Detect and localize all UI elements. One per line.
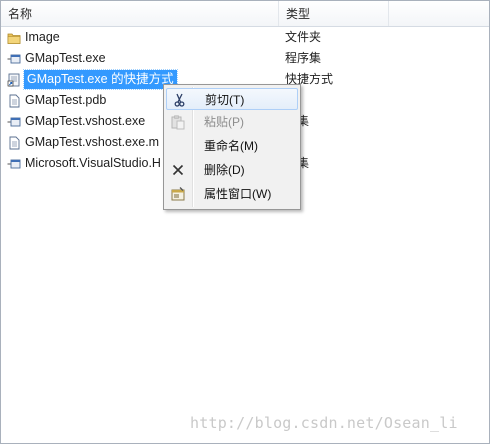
menu-item-paste[interactable]: 粘贴(P) [166,111,298,133]
document-icon [7,136,21,150]
file-name: GMapTest.exe [25,51,106,65]
menu-item-cut[interactable]: 剪切(T) [166,88,298,110]
folder-icon [7,31,21,45]
delete-x-icon [170,162,186,178]
file-name-cell: GMapTest.exe [7,48,107,69]
menu-item-label: 删除(D) [204,163,245,177]
column-header-type[interactable]: 类型 [279,1,389,26]
file-type: 文件夹 [285,30,322,44]
watermark-text: http://blog.csdn.net/Osean_li [190,414,458,432]
scissors-icon [171,92,187,108]
menu-item-rename[interactable]: 重命名(M) [166,135,298,157]
file-name: GMapTest.vshost.exe.m [25,135,160,149]
file-name-cell: Microsoft.VisualStudio.H [7,153,162,174]
shortcut-icon [7,73,21,87]
exe-icon [7,157,21,171]
menu-item-properties[interactable]: 属性窗口(W) [166,183,298,205]
menu-item-delete[interactable]: 删除(D) [166,159,298,181]
exe-icon [7,52,21,66]
menu-item-label: 重命名(M) [204,139,258,153]
file-name-cell: GMapTest.vshost.exe.m [7,132,160,153]
menu-item-label: 粘贴(P) [204,115,244,129]
file-name-cell: Image [7,27,61,48]
file-name: GMapTest.pdb [25,93,107,107]
menu-item-label: 剪切(T) [205,93,245,107]
file-name: GMapTest.vshost.exe [25,114,146,128]
column-header-bar: 名称 类型 [1,1,489,27]
file-type: 程序集 [285,51,322,65]
column-header-name[interactable]: 名称 [1,1,279,26]
file-name-cell: GMapTest.vshost.exe [7,111,146,132]
context-menu: 剪切(T) 粘贴(P) 重命名(M) 删除(D) 属性窗口(W) [163,84,301,210]
properties-icon [170,186,186,202]
file-row-image[interactable]: Image 文件夹 [1,27,489,48]
exe-icon [7,115,21,129]
file-name-cell: GMapTest.exe 的快捷方式 [7,69,178,90]
file-name: GMapTest.exe 的快捷方式 [23,69,178,90]
file-row-gmaptest-exe[interactable]: GMapTest.exe 程序集 [1,48,489,69]
document-icon [7,94,21,108]
file-name: Microsoft.VisualStudio.H [25,156,161,170]
file-name-cell: GMapTest.pdb [7,90,107,111]
paste-icon [170,114,186,130]
menu-item-label: 属性窗口(W) [204,187,272,201]
file-list-window: 名称 类型 Image 文件夹 GMapTest.exe 程序集 GMapTes… [0,0,490,444]
file-name: Image [25,30,60,44]
